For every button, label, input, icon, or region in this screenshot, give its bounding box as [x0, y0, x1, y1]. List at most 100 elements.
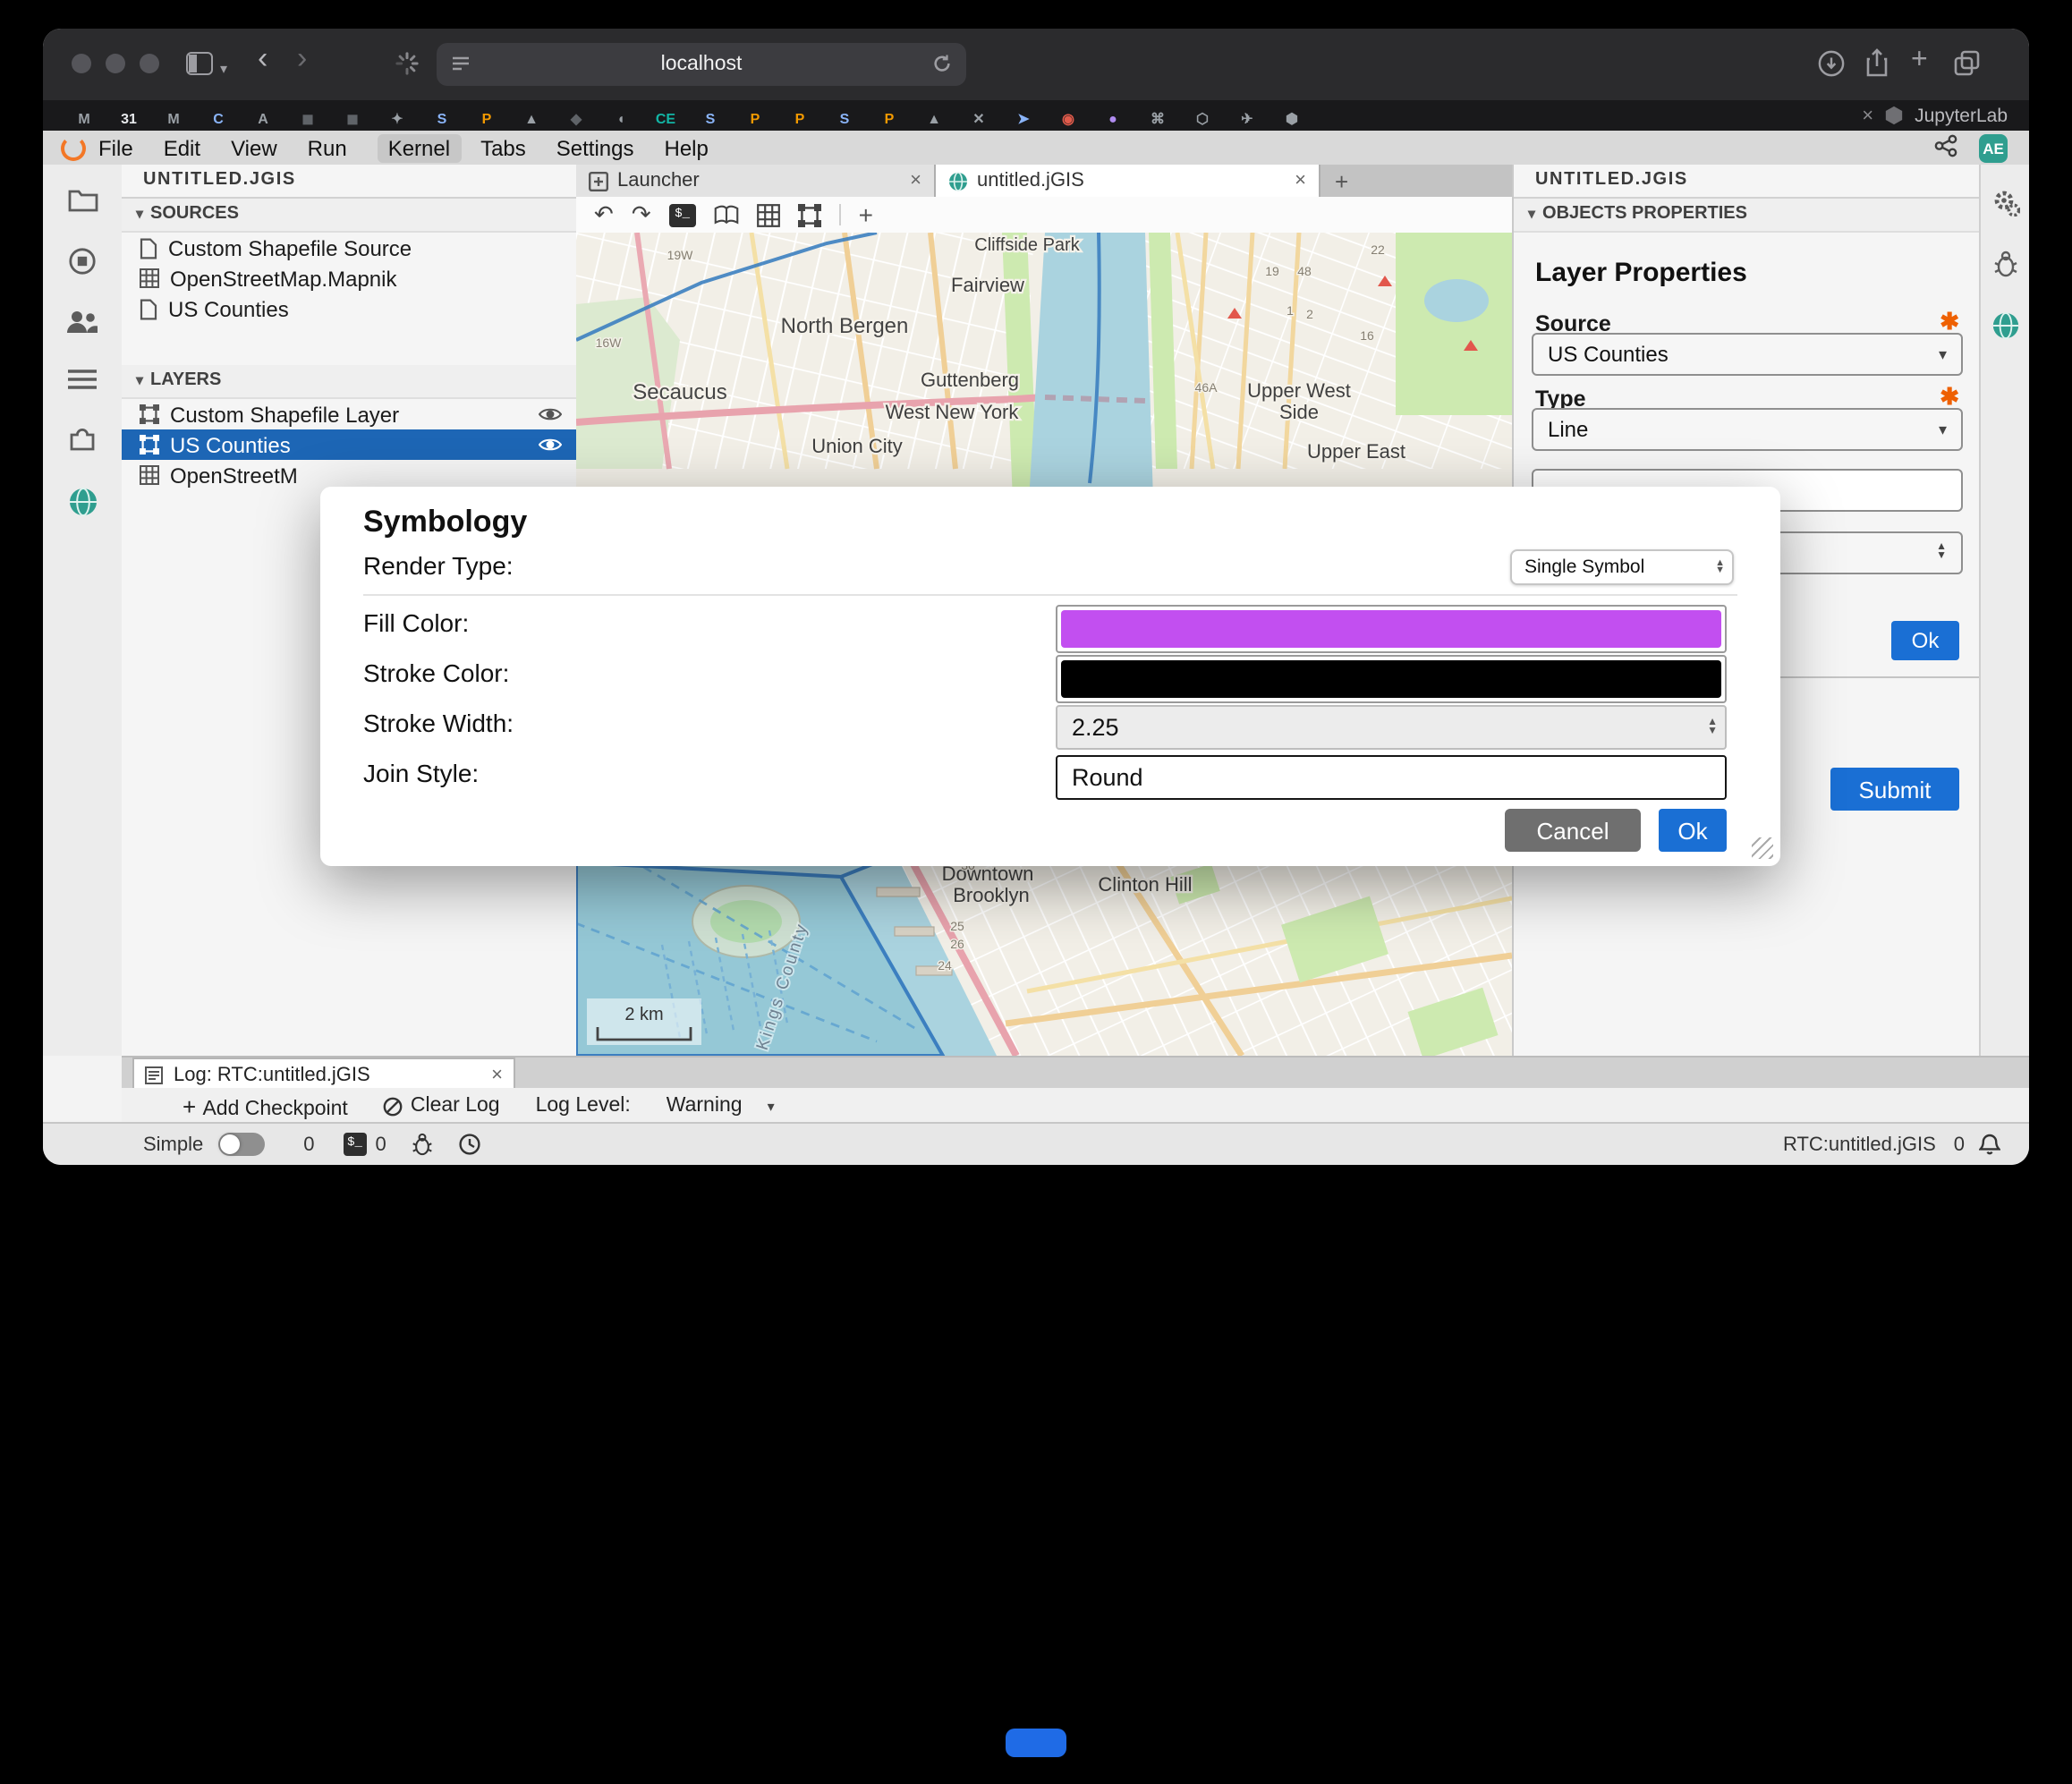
browser-favicon[interactable]: P: [474, 106, 499, 132]
reload-icon[interactable]: [932, 54, 952, 79]
source-item[interactable]: Custom Shapefile Source: [122, 233, 576, 263]
browser-favicon[interactable]: ◼: [340, 106, 365, 132]
ok-button[interactable]: Ok: [1659, 809, 1727, 852]
redo-button[interactable]: ↷: [632, 200, 651, 229]
render-type-select[interactable]: Single Symbol ▲▼: [1510, 549, 1734, 585]
forward-button[interactable]: ›: [297, 47, 307, 72]
cancel-button[interactable]: Cancel: [1505, 809, 1641, 852]
join-style-input[interactable]: Round: [1056, 755, 1727, 800]
sources-section-header[interactable]: ▾SOURCES: [122, 199, 576, 233]
browser-favicon[interactable]: ◼: [295, 106, 320, 132]
log-console-tab[interactable]: Log: RTC:untitled.jGIS ×: [132, 1058, 515, 1090]
fill-color-input[interactable]: [1056, 605, 1727, 653]
browser-favicon[interactable]: ●: [1100, 106, 1125, 132]
close-tab-icon[interactable]: ×: [1862, 105, 1873, 126]
browser-favicon[interactable]: 31: [116, 106, 141, 132]
debugger-icon[interactable]: [412, 1133, 433, 1156]
source-item[interactable]: OpenStreetMap.Mapnik: [122, 263, 576, 293]
extension-manager-icon[interactable]: [68, 424, 97, 453]
browser-favicon[interactable]: M: [72, 106, 97, 132]
collaborators-icon[interactable]: [66, 310, 98, 335]
zoom-window-button[interactable]: [140, 54, 159, 73]
close-tab-icon[interactable]: ×: [1295, 170, 1306, 191]
geometry-tool-icon[interactable]: [798, 203, 821, 226]
add-checkpoint-button[interactable]: + Add Checkpoint: [183, 1092, 348, 1119]
browser-favicon[interactable]: ◉: [1056, 106, 1081, 132]
browser-favicon[interactable]: ⬡: [1190, 106, 1215, 132]
grid-tool-icon[interactable]: [757, 203, 780, 226]
layer-visibility-icon[interactable]: [539, 432, 562, 457]
browser-favicon[interactable]: ◖: [608, 106, 633, 132]
debugger-bug-icon[interactable]: [1993, 251, 2018, 277]
browser-favicon[interactable]: A: [251, 106, 276, 132]
downloads-icon[interactable]: [1818, 50, 1845, 81]
history-icon[interactable]: [458, 1133, 481, 1156]
add-layer-button[interactable]: +: [859, 200, 873, 229]
browser-favicon[interactable]: ▲: [921, 106, 947, 132]
source-item[interactable]: US Counties: [122, 293, 576, 324]
new-tab-button[interactable]: +: [1320, 165, 1363, 197]
back-button[interactable]: ‹: [258, 47, 267, 72]
browser-favicon[interactable]: ✈: [1235, 106, 1260, 132]
browser-favicon[interactable]: ⬢: [1279, 106, 1304, 132]
share-icon[interactable]: [1864, 48, 1889, 81]
user-avatar[interactable]: AE: [1979, 133, 2008, 162]
browser-favicon[interactable]: M: [161, 106, 186, 132]
bell-icon[interactable]: [1979, 1133, 2000, 1156]
table-of-contents-icon[interactable]: [68, 369, 97, 390]
symbology-ok-button[interactable]: Ok: [1891, 621, 1959, 660]
address-bar[interactable]: localhost: [437, 43, 966, 86]
stroke-width-input[interactable]: 2.25 ▲▼: [1056, 705, 1727, 750]
minimize-window-button[interactable]: [106, 54, 125, 73]
close-log-icon[interactable]: ×: [491, 1064, 503, 1085]
undo-button[interactable]: ↶: [594, 200, 614, 229]
source-select[interactable]: US Counties▾: [1532, 333, 1963, 376]
browser-favicon[interactable]: P: [877, 106, 902, 132]
menu-file[interactable]: File: [98, 135, 133, 160]
menu-run[interactable]: Run: [308, 135, 347, 160]
stroke-color-input[interactable]: [1056, 655, 1727, 703]
browser-favicon[interactable]: S: [698, 106, 723, 132]
browser-favicon[interactable]: C: [206, 106, 231, 132]
sidebar-toggle-icon[interactable]: [186, 52, 213, 79]
simple-mode-toggle[interactable]: [217, 1133, 264, 1156]
stepper-icon[interactable]: ▲▼: [1707, 718, 1718, 736]
new-tab-icon[interactable]: +: [1911, 48, 1928, 73]
browser-favicon[interactable]: ✕: [966, 106, 991, 132]
tab-overview-icon[interactable]: [1954, 50, 1981, 81]
browser-favicon[interactable]: CE: [653, 106, 678, 132]
console-button[interactable]: $_: [669, 203, 696, 226]
objects-properties-header[interactable]: ▾OBJECTS PROPERTIES: [1514, 199, 1981, 233]
layer-row[interactable]: Custom Shapefile Layer: [122, 399, 576, 429]
layer-visibility-icon[interactable]: [539, 402, 562, 427]
browser-favicon[interactable]: ✦: [385, 106, 410, 132]
property-inspector-icon[interactable]: [1992, 190, 2019, 217]
layer-row-selected[interactable]: US Counties: [122, 429, 576, 460]
stepper-icon[interactable]: ▲▼: [1936, 544, 1947, 562]
tab-launcher[interactable]: Launcher ×: [576, 165, 936, 197]
log-level-select[interactable]: Warning▾: [667, 1095, 775, 1117]
menu-view[interactable]: View: [231, 135, 277, 160]
browser-favicon[interactable]: ➤: [1011, 106, 1036, 132]
identify-book-icon[interactable]: [714, 204, 739, 225]
layer-row[interactable]: OpenStreetM: [122, 460, 576, 490]
browser-favicon[interactable]: S: [832, 106, 857, 132]
share-document-icon[interactable]: [1934, 133, 1957, 162]
browser-favicon[interactable]: ⌘: [1145, 106, 1170, 132]
clear-log-button[interactable]: Clear Log: [384, 1095, 500, 1117]
menu-kernel[interactable]: Kernel: [378, 133, 461, 162]
menu-settings[interactable]: Settings: [556, 135, 634, 160]
browser-favicon[interactable]: P: [787, 106, 812, 132]
terminal-icon[interactable]: $_: [344, 1133, 367, 1156]
tab-untitled-jgis[interactable]: untitled.jGIS ×: [936, 165, 1320, 197]
jupytergis-properties-icon[interactable]: [1991, 311, 2020, 340]
reader-mode-icon[interactable]: [451, 54, 471, 79]
submit-button[interactable]: Submit: [1830, 768, 1959, 811]
menu-edit[interactable]: Edit: [164, 135, 200, 160]
menu-tabs[interactable]: Tabs: [480, 135, 526, 160]
layers-section-header[interactable]: ▾LAYERS: [122, 365, 576, 399]
close-tab-icon[interactable]: ×: [910, 170, 921, 191]
menu-help[interactable]: Help: [665, 135, 709, 160]
resize-handle[interactable]: [1752, 837, 1773, 859]
browser-favicon[interactable]: P: [743, 106, 768, 132]
